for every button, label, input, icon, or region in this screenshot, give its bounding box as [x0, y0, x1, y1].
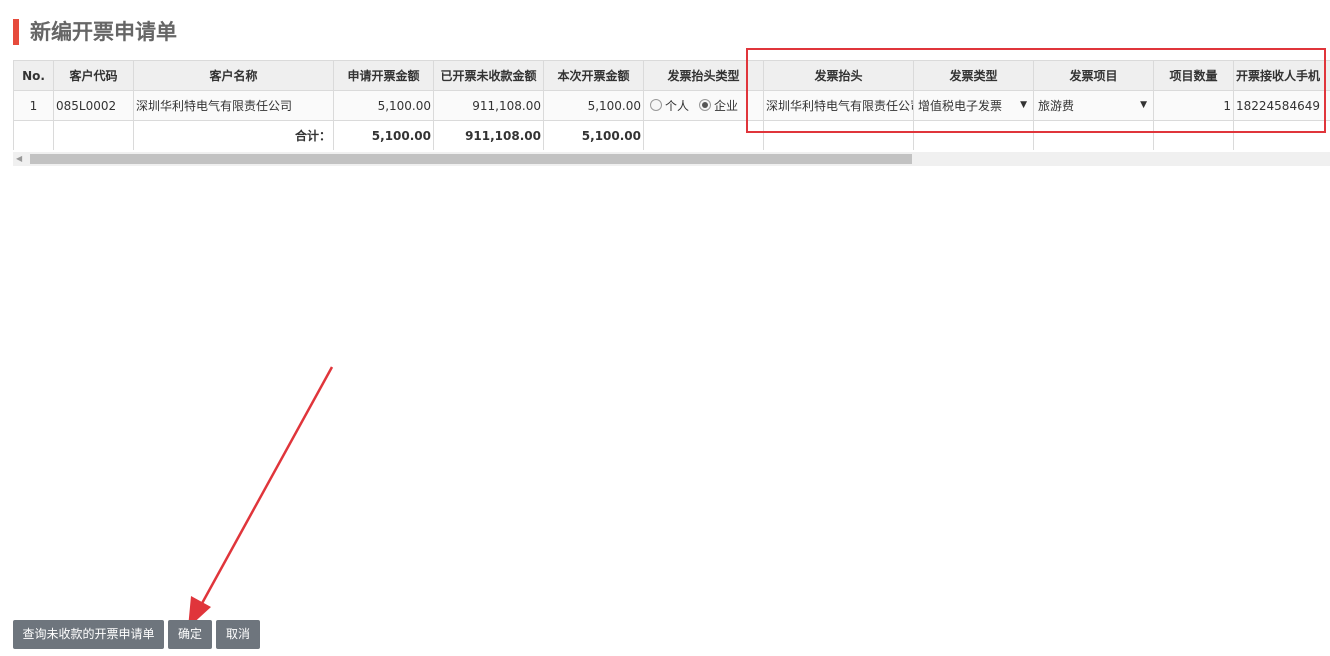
annotation-arrow-line [198, 366, 334, 608]
confirm-button[interactable]: 确定 [168, 620, 212, 649]
query-unpaid-button[interactable]: 查询未收款的开票申请单 [13, 620, 164, 649]
cancel-button[interactable]: 取消 [216, 620, 260, 649]
annotation-arrow [188, 366, 334, 628]
